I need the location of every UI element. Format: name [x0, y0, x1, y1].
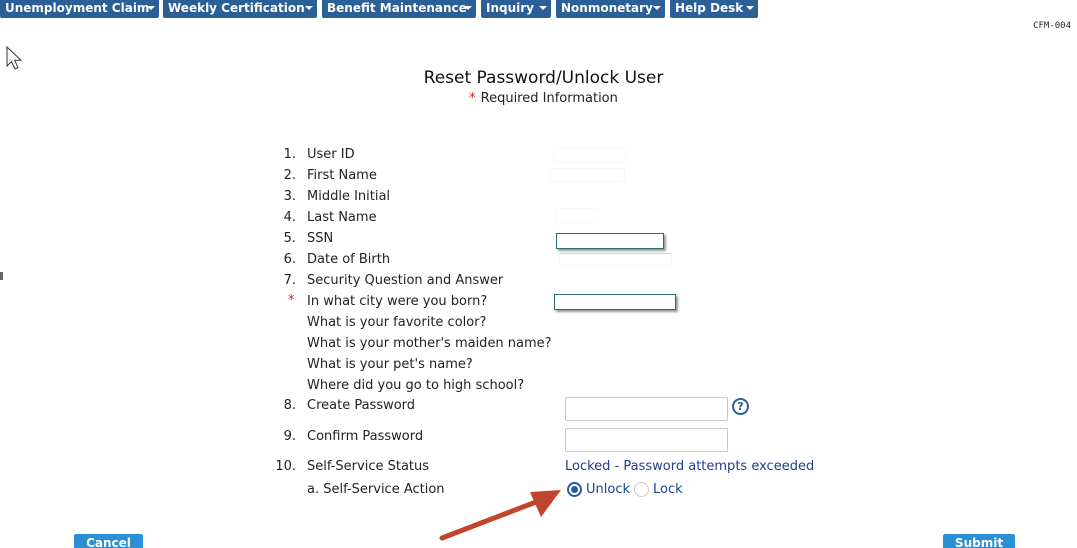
submit-button[interactable]: Submit: [943, 534, 1015, 548]
annotation-arrow-icon: [439, 490, 561, 541]
cancel-button[interactable]: Cancel: [74, 534, 143, 548]
